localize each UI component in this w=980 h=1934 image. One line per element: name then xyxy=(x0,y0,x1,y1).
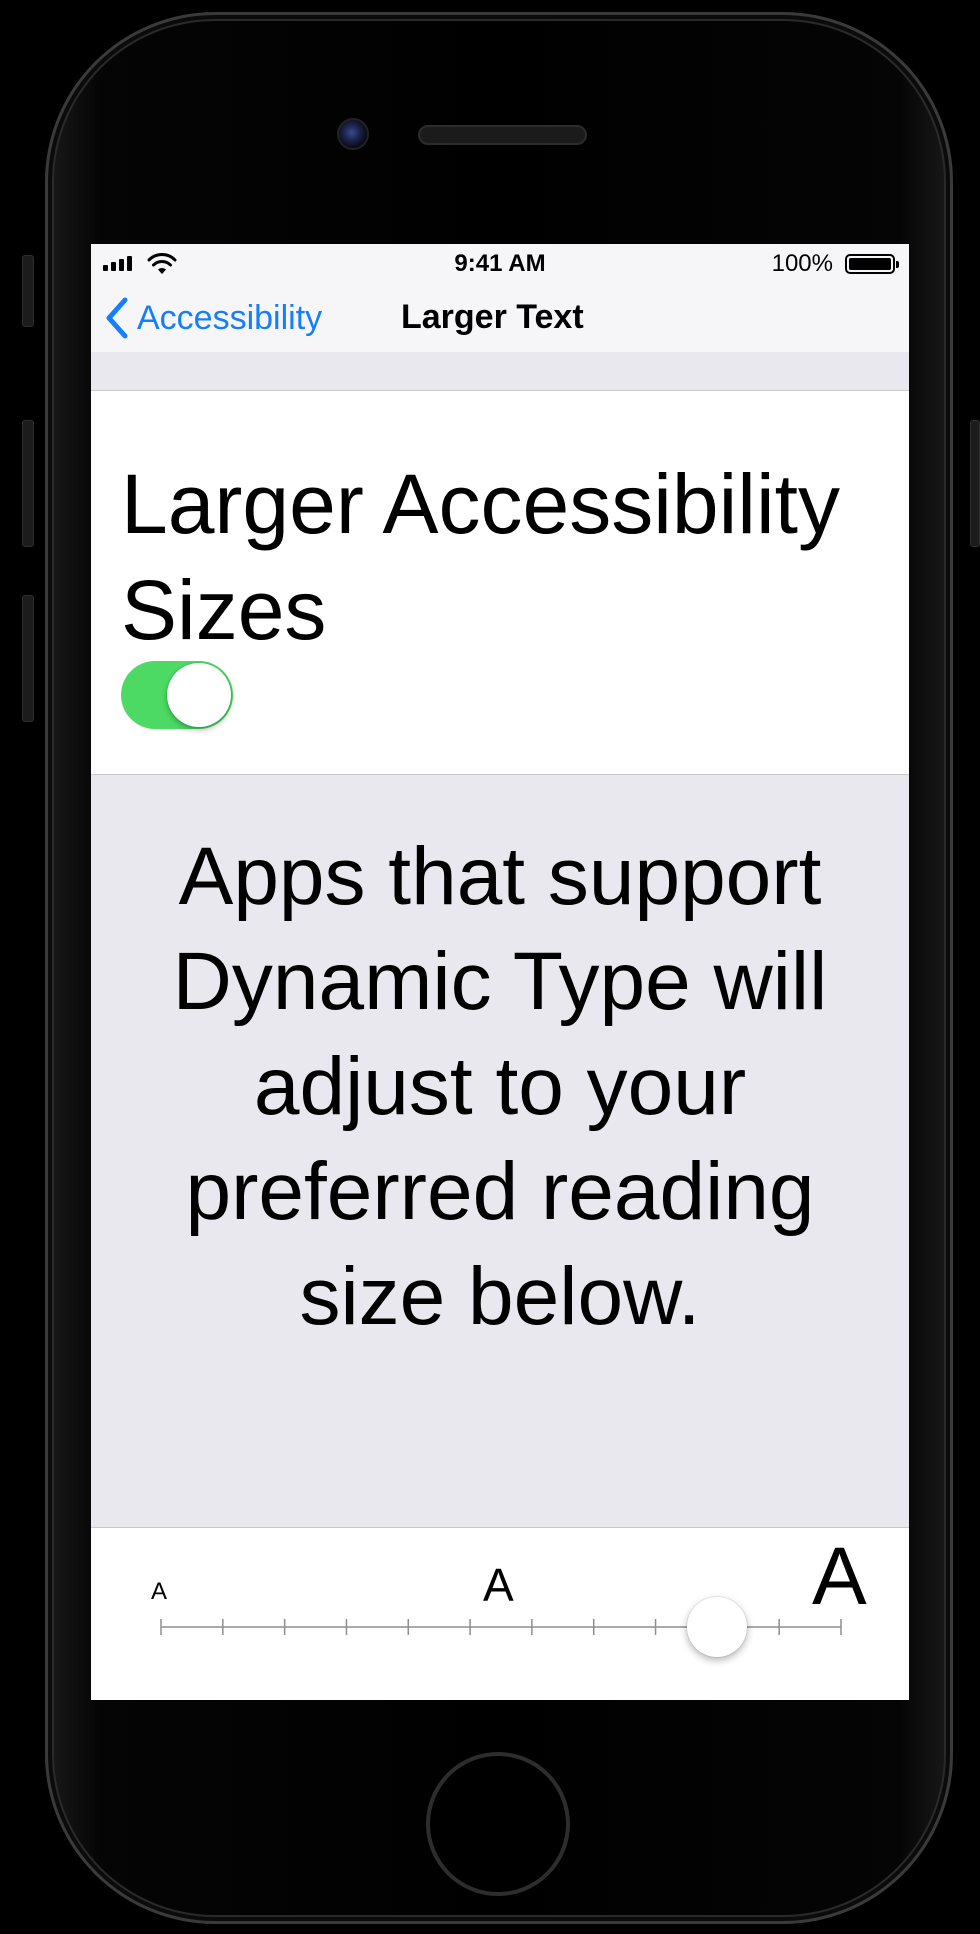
battery-percent: 100% xyxy=(771,250,833,277)
volume-up-button xyxy=(22,420,34,547)
toggle-knob xyxy=(167,663,231,727)
status-bar: 9:41 AM 100% xyxy=(91,244,909,284)
battery-icon xyxy=(845,254,899,274)
navigation-bar: Accessibility Larger Text xyxy=(91,284,909,352)
mute-switch xyxy=(22,255,34,327)
page-title: Larger Text xyxy=(401,298,584,336)
home-button[interactable] xyxy=(426,1752,570,1896)
back-button-label: Accessibility xyxy=(137,298,323,337)
chevron-left-icon xyxy=(106,297,128,339)
text-size-slider-cell: A A A xyxy=(91,1527,909,1700)
dynamic-type-description: Apps that support Dynamic Type will adju… xyxy=(172,831,828,1342)
volume-down-button xyxy=(22,595,34,722)
device-frame: 9:41 AM 100% Accessibility Larger Text L… xyxy=(0,0,980,1934)
back-button[interactable]: Accessibility xyxy=(105,296,322,340)
larger-sizes-cell: Larger Accessibility Sizes xyxy=(91,391,909,775)
screen: 9:41 AM 100% Accessibility Larger Text L… xyxy=(91,244,909,1700)
front-camera xyxy=(337,118,369,150)
larger-sizes-label: Larger Accessibility Sizes xyxy=(121,457,840,657)
larger-sizes-toggle[interactable] xyxy=(121,661,233,729)
text-size-slider-thumb[interactable] xyxy=(687,1597,748,1657)
earpiece-speaker xyxy=(418,125,587,145)
power-button xyxy=(970,420,980,547)
text-size-slider-track[interactable] xyxy=(91,1528,909,1700)
section-spacer xyxy=(91,352,909,391)
